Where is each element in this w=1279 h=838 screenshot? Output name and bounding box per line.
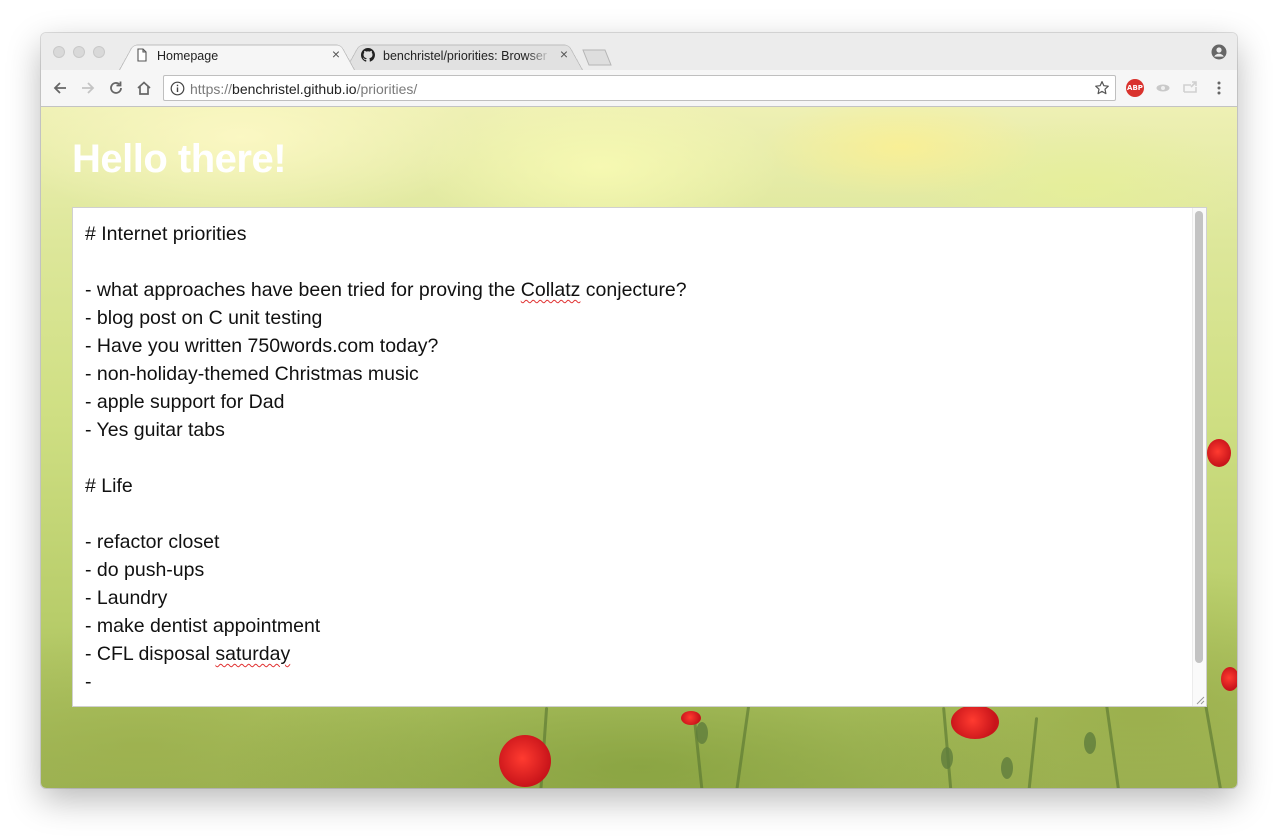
text-segment: - non-holiday-themed Christmas music xyxy=(85,363,419,385)
text-line: # Life xyxy=(85,472,1186,500)
text-segment: # Life xyxy=(85,475,133,497)
text-segment: - xyxy=(85,671,92,693)
text-line: - apple support for Dad xyxy=(85,388,1186,416)
resize-grip-icon[interactable] xyxy=(1195,695,1205,705)
text-line: - non-holiday-themed Christmas music xyxy=(85,360,1186,388)
page-title: Hello there! xyxy=(72,137,287,181)
text-segment: - Laundry xyxy=(85,587,168,609)
window-close-button[interactable] xyxy=(53,46,65,58)
text-line: # Internet priorities xyxy=(85,220,1186,248)
text-segment: conjecture? xyxy=(580,279,687,301)
text-segment: - make dentist appointment xyxy=(85,615,321,637)
text-segment: - Yes guitar tabs xyxy=(85,419,225,441)
window-zoom-button[interactable] xyxy=(93,46,105,58)
profile-icon[interactable] xyxy=(1211,44,1227,60)
text-segment: - blog post on C unit testing xyxy=(85,307,323,329)
misspelled-word: saturday xyxy=(215,643,291,665)
text-segment: - do push-ups xyxy=(85,559,205,581)
menu-kebab-icon[interactable] xyxy=(1210,79,1228,97)
text-line xyxy=(85,248,1186,276)
text-line: - Laundry xyxy=(85,584,1186,612)
page-viewport: Hello there! # Internet priorities - what… xyxy=(41,107,1237,788)
text-segment: # Internet priorities xyxy=(85,223,247,245)
text-line: - refactor closet xyxy=(85,528,1186,556)
forward-arrow-icon[interactable] xyxy=(79,79,97,97)
text-segment: - what approaches have been tried for pr… xyxy=(85,279,521,301)
text-line: - Yes guitar tabs xyxy=(85,416,1186,444)
scrollbar-thumb[interactable] xyxy=(1195,211,1203,663)
url-text[interactable]: https://benchristel.github.io/priorities… xyxy=(190,81,417,97)
reload-icon[interactable] xyxy=(107,79,125,97)
browser-toolbar: https://benchristel.github.io/priorities… xyxy=(41,70,1237,107)
home-icon[interactable] xyxy=(135,79,153,97)
github-icon xyxy=(361,48,375,62)
text-segment: - Have you written 750words.com today? xyxy=(85,335,439,357)
text-line xyxy=(85,500,1186,528)
share-extension-icon[interactable] xyxy=(1181,79,1199,97)
tab-close-icon[interactable]: × xyxy=(557,47,571,61)
textarea-scrollbar[interactable] xyxy=(1192,208,1206,706)
browser-window: benchristel/priorities: Browser × Homepa… xyxy=(41,33,1237,788)
tab-homepage[interactable]: Homepage × xyxy=(119,41,355,70)
url-path: /priorities/ xyxy=(356,81,418,97)
tab-close-icon[interactable]: × xyxy=(329,47,343,61)
new-tab-button[interactable] xyxy=(582,49,612,66)
text-line: - make dentist appointment xyxy=(85,612,1186,640)
document-icon xyxy=(137,48,147,62)
tab-strip: benchristel/priorities: Browser × Homepa… xyxy=(41,33,1237,70)
text-line: - Have you written 750words.com today? xyxy=(85,332,1186,360)
misspelled-word: Collatz xyxy=(520,279,581,301)
tab-github-priorities[interactable]: benchristel/priorities: Browser × xyxy=(345,41,583,70)
priorities-textarea[interactable]: # Internet priorities - what approaches h… xyxy=(72,207,1207,707)
back-arrow-icon[interactable] xyxy=(51,79,69,97)
adblock-plus-icon[interactable]: ABP xyxy=(1126,79,1144,97)
text-segment: - apple support for Dad xyxy=(85,391,285,413)
tab-title: Homepage xyxy=(157,49,219,63)
tab-title: benchristel/priorities: Browser xyxy=(383,49,547,63)
url-host: benchristel.github.io xyxy=(232,81,357,97)
text-line: - blog post on C unit testing xyxy=(85,304,1186,332)
site-info-icon[interactable] xyxy=(170,81,185,96)
url-scheme: https:// xyxy=(190,81,233,97)
eye-extension-icon[interactable] xyxy=(1154,79,1172,97)
text-line: - CFL disposal saturday xyxy=(85,640,1186,668)
text-segment: - CFL disposal xyxy=(85,643,216,665)
text-line xyxy=(85,444,1186,472)
text-line: - xyxy=(85,668,1186,696)
priorities-text[interactable]: # Internet priorities - what approaches h… xyxy=(85,220,1186,696)
text-segment: - refactor closet xyxy=(85,531,220,553)
text-line: - do push-ups xyxy=(85,556,1186,584)
bookmark-star-icon[interactable] xyxy=(1094,80,1110,96)
address-bar[interactable]: https://benchristel.github.io/priorities… xyxy=(163,75,1116,101)
text-line: - what approaches have been tried for pr… xyxy=(85,276,1186,304)
window-minimize-button[interactable] xyxy=(73,46,85,58)
